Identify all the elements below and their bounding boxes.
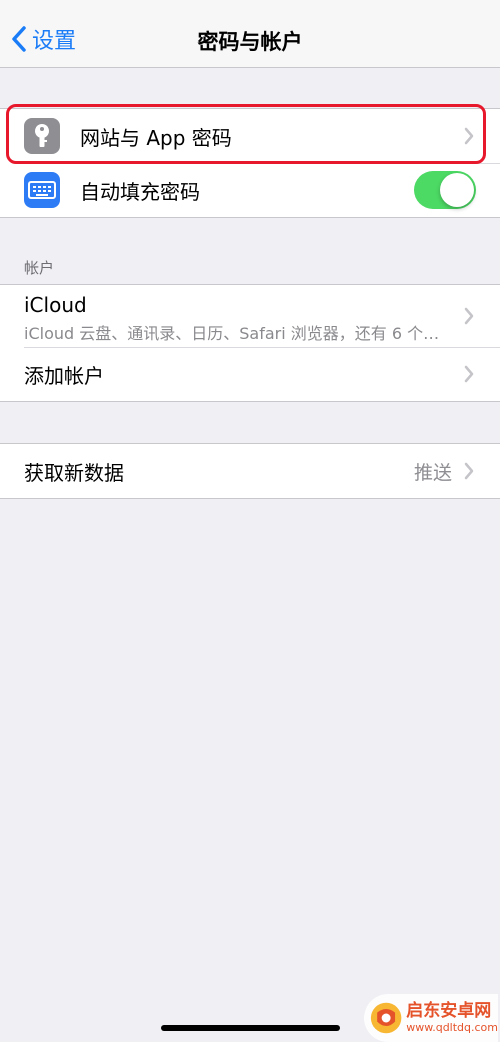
home-indicator[interactable] — [161, 1025, 340, 1031]
icloud-title: iCloud — [24, 293, 87, 317]
chevron-right-icon — [464, 462, 474, 480]
accounts-section-header: 帐户 — [24, 259, 55, 277]
add-account-row[interactable]: 添加帐户 — [0, 347, 500, 401]
watermark-url: www.qdltdq.com — [406, 1021, 498, 1034]
watermark: 启东安卓网 www.qdltdq.com — [364, 994, 498, 1042]
fetch-new-data-row[interactable]: 获取新数据 推送 — [0, 444, 500, 498]
page-title: 密码与帐户 — [197, 30, 303, 54]
autofill-passwords-row: 自动填充密码 — [0, 163, 500, 217]
highlight-box — [6, 104, 486, 164]
autofill-toggle[interactable] — [414, 171, 476, 209]
icloud-row[interactable]: iCloud iCloud 云盘、通讯录、日历、Safari 浏览器，还有 6 … — [0, 285, 500, 347]
accounts-group: iCloud iCloud 云盘、通讯录、日历、Safari 浏览器，还有 6 … — [0, 284, 500, 402]
chevron-right-icon — [464, 307, 474, 325]
fetch-new-data-label: 获取新数据 — [24, 460, 124, 485]
navigation-bar: 设置 密码与帐户 — [0, 0, 500, 68]
icloud-subtitle: iCloud 云盘、通讯录、日历、Safari 浏览器，还有 6 个… — [24, 324, 440, 343]
keyboard-icon — [24, 172, 60, 208]
fetch-value: 推送 — [413, 461, 452, 484]
autofill-passwords-label: 自动填充密码 — [80, 179, 200, 204]
chevron-right-icon — [464, 365, 474, 383]
watermark-name: 启东安卓网 — [406, 1001, 492, 1021]
fetch-group: 获取新数据 推送 — [0, 443, 500, 499]
watermark-logo-icon — [370, 1002, 402, 1034]
add-account-label: 添加帐户 — [24, 363, 104, 388]
